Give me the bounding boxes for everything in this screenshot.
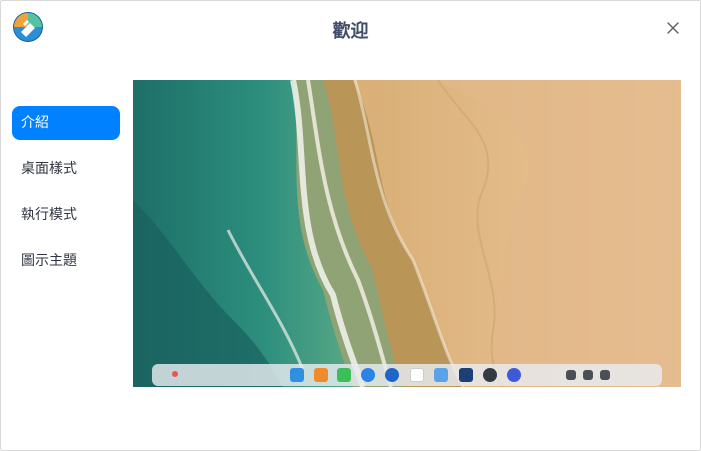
sidebar-nav: 介紹 桌面樣式 執行模式 圖示主題: [12, 106, 120, 290]
dock-bar: [152, 364, 662, 386]
calendar-icon: [410, 368, 424, 382]
browser-icon: [385, 368, 399, 382]
sidebar-item-label: 桌面樣式: [21, 161, 77, 177]
volume-icon: [566, 370, 576, 380]
close-button[interactable]: [661, 16, 685, 40]
keyboard-icon: [583, 370, 593, 380]
camera-icon: [483, 368, 497, 382]
beach-wallpaper: [133, 80, 681, 387]
desktop-preview-image: [133, 80, 681, 387]
titlebar: 歡迎: [1, 1, 700, 57]
sidebar-item-label: 圖示主題: [21, 253, 77, 269]
welcome-window: 歡迎 介紹 桌面樣式 執行模式 圖示主題: [0, 0, 701, 451]
sidebar-item-icon-theme[interactable]: 圖示主題: [12, 244, 120, 278]
store-icon: [459, 368, 473, 382]
multitask-icon: [314, 368, 328, 382]
sidebar-item-label: 執行模式: [21, 207, 77, 223]
sidebar-item-running-mode[interactable]: 執行模式: [12, 198, 120, 232]
app-icon: [172, 371, 178, 377]
close-icon: [667, 22, 679, 34]
launcher-icon: [290, 368, 304, 382]
system-icon: [507, 368, 521, 382]
file-manager-icon: [434, 368, 448, 382]
music-icon: [337, 368, 351, 382]
sidebar-item-introduction[interactable]: 介紹: [12, 106, 120, 140]
settings-icon: [361, 368, 375, 382]
power-icon: [600, 370, 610, 380]
sidebar-item-desktop-style[interactable]: 桌面樣式: [12, 152, 120, 186]
sidebar-item-label: 介紹: [21, 115, 49, 131]
window-title: 歡迎: [332, 21, 369, 42]
